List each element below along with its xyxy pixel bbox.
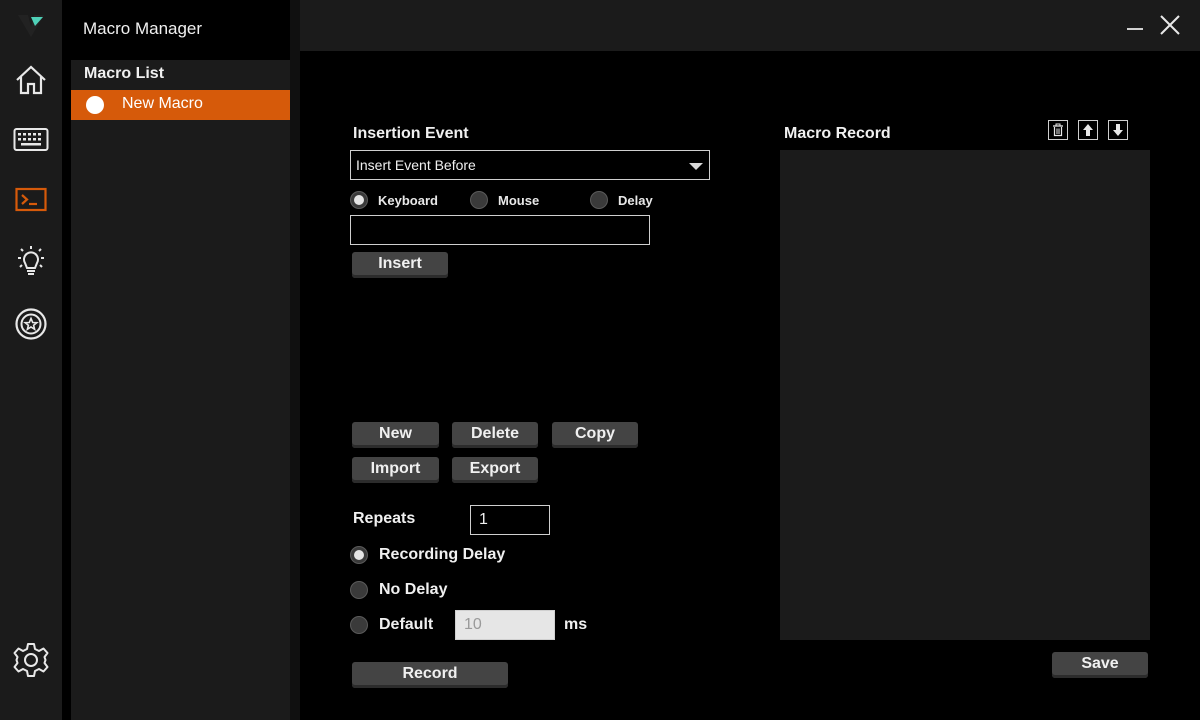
macro-list-item-label: New Macro (122, 95, 203, 112)
copy-macro-button[interactable]: Copy (552, 422, 638, 448)
panel-divider (290, 0, 300, 720)
default-delay-input[interactable] (455, 610, 555, 640)
insertion-event-select-value: Insert Event Before (356, 157, 476, 173)
macro-list-panel: Macro List New Macro (71, 60, 290, 720)
app-title: Macro Manager (83, 19, 203, 38)
insertion-event-select[interactable]: Insert Event Before (350, 150, 710, 180)
radio-mouse-label: Mouse (498, 193, 540, 208)
keyboard-icon (13, 128, 49, 151)
no-delay-label: No Delay (379, 581, 448, 598)
app-logo (0, 0, 62, 51)
nav-favorites[interactable] (0, 302, 62, 346)
macro-terminal-icon (15, 187, 47, 212)
insert-button[interactable]: Insert (352, 252, 448, 278)
import-macro-button[interactable]: Import (352, 457, 439, 483)
macro-record-list[interactable] (780, 150, 1150, 640)
chevron-down-icon (689, 163, 703, 170)
record-button[interactable]: Record (352, 662, 508, 688)
home-icon (16, 65, 46, 95)
new-macro-button[interactable]: New (352, 422, 439, 448)
radio-keyboard[interactable] (350, 191, 368, 209)
nav-macro[interactable] (0, 178, 62, 222)
minimize-button[interactable] (1120, 10, 1150, 40)
save-button[interactable]: Save (1052, 652, 1148, 678)
close-icon (1160, 15, 1180, 35)
export-macro-button[interactable]: Export (452, 457, 538, 483)
settings-gear-icon (13, 643, 49, 677)
delay-unit-label: ms (564, 616, 588, 633)
macro-list-title: Macro List (84, 65, 165, 82)
recording-delay-label: Recording Delay (379, 546, 506, 563)
radio-default-delay[interactable] (350, 616, 368, 634)
title-bar (300, 0, 1200, 51)
nav-home[interactable] (0, 58, 62, 102)
move-up-icon (1083, 124, 1093, 136)
move-down-button[interactable] (1108, 120, 1128, 140)
nav-lighting[interactable] (0, 240, 62, 284)
insertion-event-input[interactable] (350, 215, 650, 245)
default-delay-label: Default (379, 616, 434, 633)
radio-recording-delay[interactable] (350, 546, 368, 564)
insertion-event-title: Insertion Event (353, 125, 469, 142)
macro-list-item[interactable]: New Macro (71, 90, 290, 120)
radio-no-delay[interactable] (350, 581, 368, 599)
delete-macro-button[interactable]: Delete (452, 422, 538, 448)
trash-icon (1053, 123, 1063, 137)
repeats-label: Repeats (353, 510, 416, 527)
nav-keyboard[interactable] (0, 118, 62, 162)
logo-icon (18, 14, 44, 37)
nav-settings[interactable] (0, 638, 62, 682)
minimize-icon (1127, 28, 1143, 30)
move-down-icon (1113, 124, 1123, 136)
macro-status-dot (86, 96, 104, 114)
radio-mouse[interactable] (470, 191, 488, 209)
radio-delay[interactable] (590, 191, 608, 209)
delete-event-button[interactable] (1048, 120, 1068, 140)
star-badge-icon (15, 308, 47, 340)
radio-delay-label: Delay (618, 193, 653, 208)
move-up-button[interactable] (1078, 120, 1098, 140)
repeats-input[interactable] (470, 505, 550, 535)
nav-rail (0, 0, 62, 720)
radio-keyboard-label: Keyboard (378, 193, 438, 208)
macro-record-title: Macro Record (784, 125, 891, 142)
lighting-bulb-icon (18, 246, 44, 275)
close-button[interactable] (1155, 10, 1185, 40)
